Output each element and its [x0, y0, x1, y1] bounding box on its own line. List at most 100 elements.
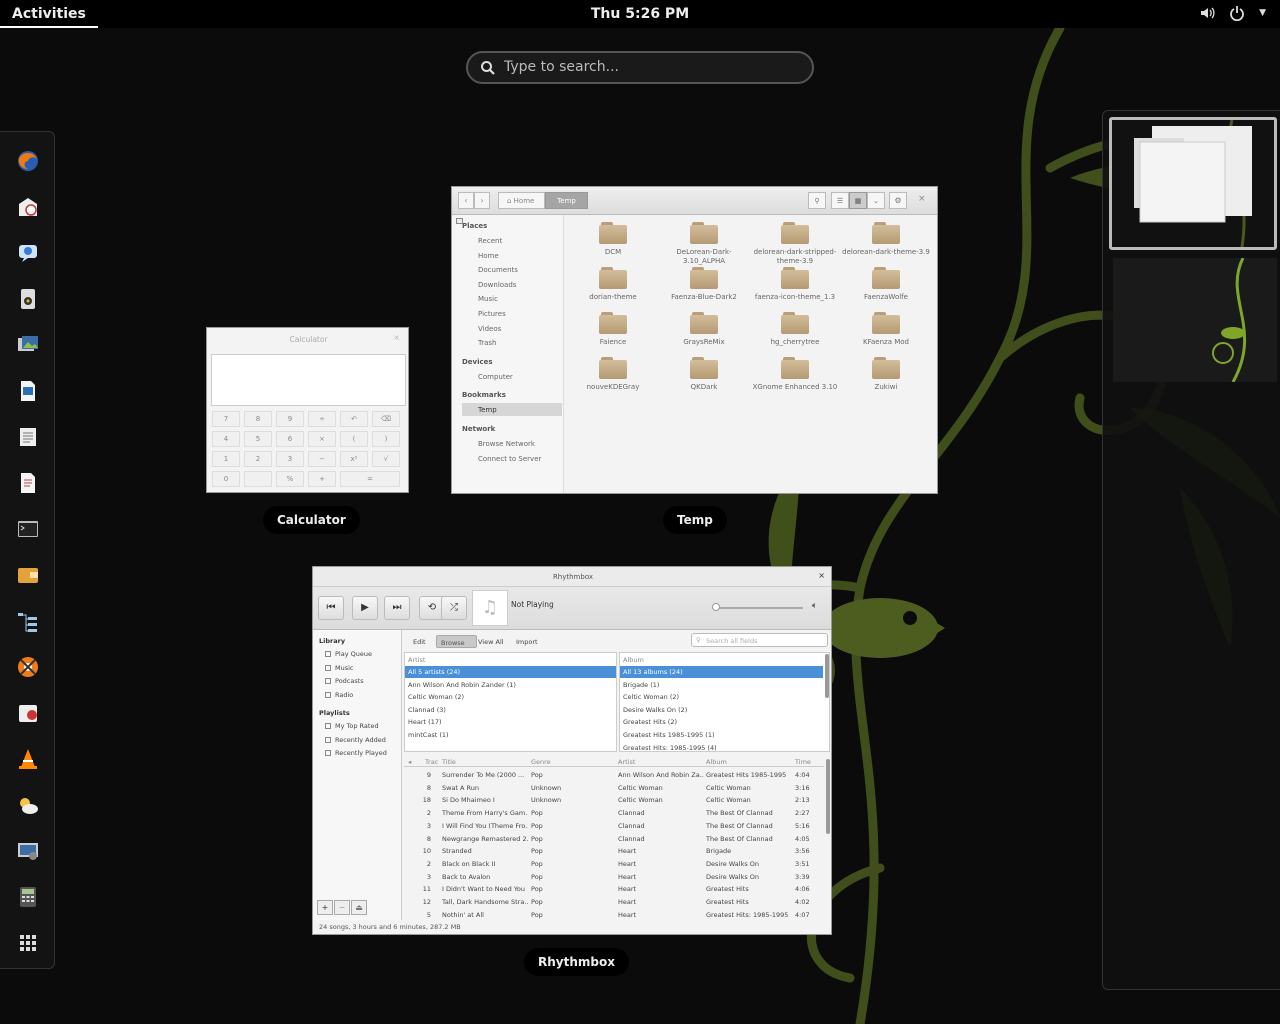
folder-icon[interactable] — [872, 357, 900, 379]
folder-label[interactable]: QKDark — [659, 383, 749, 392]
folder-label[interactable]: Faenza-Blue-Dark2 — [659, 293, 749, 302]
calc-key[interactable]: 9 — [276, 411, 304, 427]
tracks-scrollbar[interactable] — [826, 759, 830, 834]
vlc-icon[interactable] — [14, 745, 41, 772]
folder-icon[interactable] — [781, 357, 809, 379]
album-item[interactable]: Greatest Hits 1985-1995 (1) — [620, 729, 823, 741]
clock[interactable]: Thu 5:26 PM — [0, 6, 1280, 22]
eject-button[interactable]: ⏏ — [351, 900, 367, 915]
calc-key[interactable]: ( — [340, 431, 368, 447]
calc-key[interactable]: − — [308, 451, 336, 467]
rhythmbox-window[interactable]: Rhythmbox × ⏮ ▶ ⏭ ⟲ ⤮ ♫ Not Playing 🔈︎ L… — [312, 566, 832, 935]
folder-label[interactable]: Zukiwi — [841, 383, 931, 392]
sidebar-item-trash[interactable]: Trash — [462, 336, 562, 349]
sidebar-item-videos[interactable]: Videos — [462, 322, 562, 335]
remove-playlist-button[interactable]: − — [334, 900, 350, 915]
tab-view-all[interactable]: View All — [474, 635, 510, 648]
artist-item[interactable]: mintCast (1) — [405, 729, 616, 741]
hierarchy-icon[interactable] — [14, 607, 41, 634]
folder-label[interactable]: Faience — [568, 338, 658, 347]
lifesaver-icon[interactable] — [14, 653, 41, 680]
calc-key[interactable]: 2 — [244, 451, 272, 467]
folder-icon[interactable] — [690, 312, 718, 334]
column-header-trac[interactable]: Trac — [425, 758, 438, 766]
document-viewer-icon[interactable] — [14, 423, 41, 450]
folder-icon[interactable] — [872, 267, 900, 289]
folder-label[interactable]: DeLorean-Dark-3.10_ALPHA — [659, 248, 749, 266]
artist-item[interactable]: Celtic Woman (2) — [405, 691, 616, 703]
sidebar-item-play-queue[interactable]: Play Queue — [335, 650, 372, 658]
folder-icon[interactable] — [599, 267, 627, 289]
sidebar-item-recent[interactable]: Recent — [462, 234, 562, 247]
terminal-icon[interactable] — [14, 515, 41, 542]
empathy-icon[interactable] — [14, 239, 41, 266]
evolution-icon[interactable] — [14, 193, 41, 220]
wallet-icon[interactable] — [14, 561, 41, 588]
calc-key[interactable]: x² — [340, 451, 368, 467]
search-button[interactable]: ⚲ — [808, 192, 826, 209]
list-view-button[interactable]: ☰ — [831, 192, 849, 209]
track-row[interactable]: 10 Stranded Pop Heart Brigade 3:56 — [404, 845, 824, 858]
folder-label[interactable]: nouveKDEGray — [568, 383, 658, 392]
calc-key[interactable]: × — [308, 431, 336, 447]
writer-icon[interactable] — [14, 377, 41, 404]
column-header-artist[interactable]: Artist — [618, 758, 635, 766]
calc-key[interactable]: % — [276, 471, 304, 487]
album-item[interactable]: Desire Walks On (2) — [620, 704, 823, 716]
folder-icon[interactable] — [599, 357, 627, 379]
track-row[interactable]: 8 Newgrange Remastered 2... Pop Clannad The … — [404, 833, 824, 846]
sidebar-item-connect-to-server[interactable]: Connect to Server — [462, 452, 562, 465]
album-item[interactable]: Celtic Woman (2) — [620, 691, 823, 703]
tab-browse[interactable]: Browse — [436, 635, 477, 648]
grid-view-button[interactable]: ▦ — [849, 192, 867, 209]
view-options-button[interactable]: ⌄ — [867, 192, 885, 209]
track-row[interactable]: 9 Surrender To Me (2000 ... Pop Ann Wilson … — [404, 769, 824, 782]
calculator-label[interactable]: Calculator — [263, 506, 360, 534]
calc-key[interactable]: √ — [372, 451, 400, 467]
sidebar-item-pictures[interactable]: Pictures — [462, 307, 562, 320]
track-row[interactable]: 2 Theme From Harry's Gam... Pop Clannad The … — [404, 807, 824, 820]
album-item[interactable]: Brigade (1) — [620, 679, 823, 691]
seek-slider[interactable] — [715, 607, 803, 609]
column-header-album[interactable]: Album — [706, 758, 727, 766]
calc-key[interactable]: 6 — [276, 431, 304, 447]
chevron-down-icon[interactable]: ▼ — [1259, 8, 1266, 18]
folder-label[interactable]: GraysReMix — [659, 338, 749, 347]
calc-key[interactable]: 5 — [244, 431, 272, 447]
folder-icon[interactable] — [872, 312, 900, 334]
sidebar-item-music[interactable]: Music — [462, 292, 562, 305]
shuffle-button[interactable]: ⤮ — [441, 596, 467, 620]
folder-label[interactable]: FaenzaWolfe — [841, 293, 931, 302]
folder-label[interactable]: hg_cherrytree — [750, 338, 840, 347]
folder-icon[interactable] — [872, 222, 900, 244]
forward-button[interactable]: › — [474, 192, 490, 209]
album-item[interactable]: Greatest Hits (2) — [620, 716, 823, 728]
close-icon[interactable]: × — [818, 571, 825, 580]
close-icon[interactable]: × — [393, 333, 400, 342]
folder-icon[interactable] — [690, 357, 718, 379]
folder-icon[interactable] — [781, 312, 809, 334]
sidebar-item-temp[interactable]: Temp — [462, 403, 562, 417]
volume-icon[interactable]: 🔈︎ — [812, 601, 817, 611]
calc-key[interactable]: 7 — [212, 411, 240, 427]
folder-label[interactable]: delorean-dark-theme-3.9 — [841, 248, 931, 257]
calc-key[interactable]: 4 — [212, 431, 240, 447]
sidebar-item-browse-network[interactable]: Browse Network — [462, 437, 562, 450]
column-header-time[interactable]: Time — [795, 758, 811, 766]
album-scrollbar[interactable] — [825, 654, 829, 698]
path-home-button[interactable]: ⌂ Home — [498, 192, 545, 209]
track-row[interactable]: 5 Nothin' at All Pop Heart Greatest Hits: 19… — [404, 909, 824, 922]
sidebar-item-downloads[interactable]: Downloads — [462, 278, 562, 291]
artist-item[interactable]: Heart (17) — [405, 716, 616, 728]
calculator-icon[interactable] — [14, 883, 41, 910]
tab-edit[interactable]: Edit — [409, 635, 432, 648]
volume-icon[interactable] — [1199, 5, 1215, 21]
audio-speaker-icon[interactable] — [14, 285, 41, 312]
folder-label[interactable]: XGnome Enhanced 3.10 — [750, 383, 840, 392]
calc-key[interactable]: ⌫ — [372, 411, 400, 427]
calc-key[interactable]: ↶ — [340, 411, 368, 427]
weather-icon[interactable] — [14, 791, 41, 818]
sidebar-item-recently-added[interactable]: Recently Added — [335, 736, 386, 744]
files-window[interactable]: ‹ › ⌂ Home Temp ⚲ ☰ ▦ ⌄ ⚙ × Places Recent… — [451, 186, 938, 494]
gear-icon[interactable]: ⚙ — [889, 192, 907, 209]
